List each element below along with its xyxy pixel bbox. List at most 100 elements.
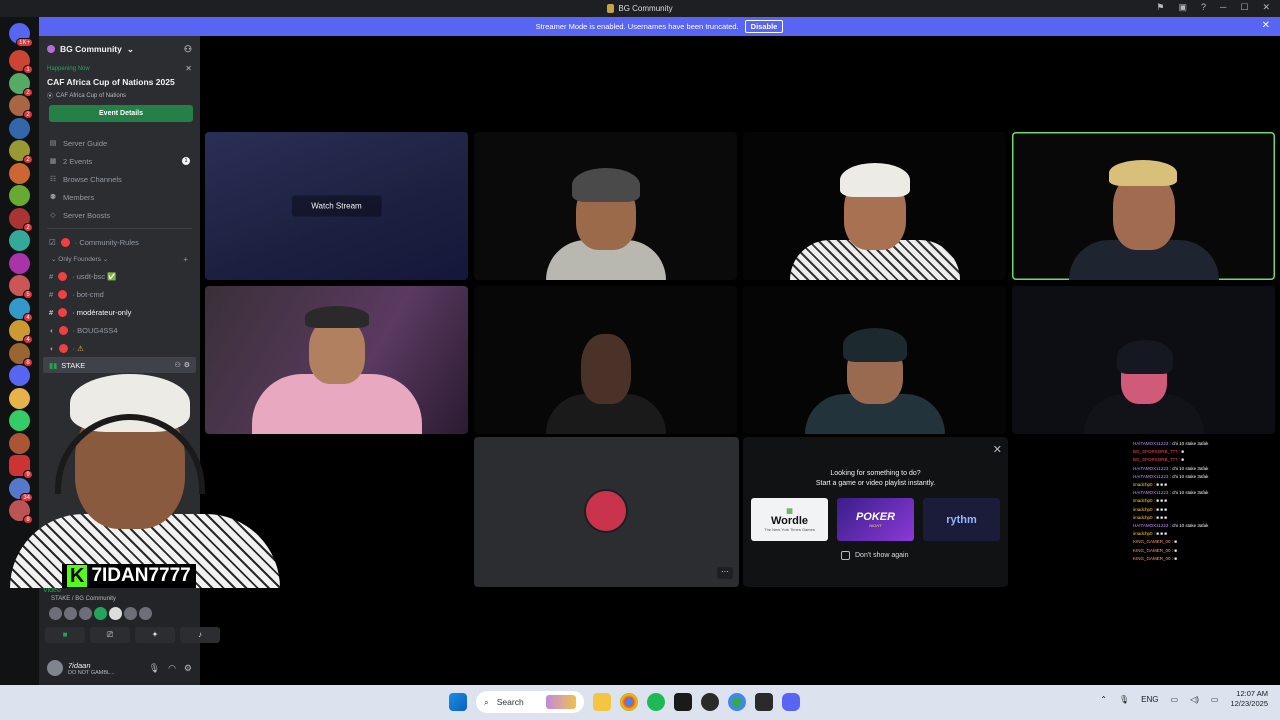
close-icon[interactable]: ✕ [1262, 20, 1270, 31]
clock-time: 12:07 AM [1236, 689, 1268, 698]
start-icon[interactable] [449, 693, 467, 711]
chevron-up-icon[interactable]: ⌃ [1100, 695, 1107, 704]
camera-button[interactable]: ■ [45, 627, 85, 643]
server-icon[interactable]: 4 [9, 320, 33, 344]
more-options-button[interactable]: ⋯ [717, 567, 733, 579]
server-icon[interactable] [9, 162, 30, 184]
server-icon[interactable]: 2 [9, 140, 33, 164]
nav-server-boosts[interactable]: ◇ Server Boosts [39, 206, 200, 224]
spotify-icon[interactable] [647, 693, 665, 711]
server-icon[interactable] [9, 230, 30, 251]
chrome-icon[interactable] [620, 693, 638, 711]
server-header[interactable]: BG Community ⌄ ⚇ [39, 36, 200, 62]
epic-games-icon[interactable] [755, 693, 773, 711]
server-icon[interactable]: 5 [9, 275, 33, 299]
settings-icon[interactable]: ⚙ [184, 663, 192, 674]
video-tile[interactable] [743, 286, 1006, 434]
dont-show-label: Don't show again [855, 552, 909, 559]
headphones-icon[interactable]: ◠ [168, 663, 176, 674]
nav-server-guide[interactable]: ▤ Server Guide [39, 134, 200, 152]
window-title-group: BG Community [607, 4, 673, 13]
avatar[interactable] [124, 607, 137, 620]
self-voice-tile[interactable]: ⋯ [474, 437, 739, 587]
network-icon[interactable]: ▭ [1171, 695, 1179, 704]
file-explorer-icon[interactable] [593, 693, 611, 711]
invite-icon[interactable]: ⚇ [174, 361, 180, 369]
channel-moderateur-only[interactable]: # · modérateur-only [39, 303, 200, 321]
active-voice-channel[interactable]: ▮▮ STAKE ⚇ ⚙ [43, 357, 196, 373]
event-details-button[interactable]: Event Details [49, 105, 193, 122]
rtc-channel[interactable]: STAKE / BG Community [51, 596, 116, 602]
server-icon [47, 45, 55, 53]
discord-icon[interactable] [782, 693, 800, 711]
home-button[interactable]: 1K+ [9, 23, 33, 47]
terminal-icon[interactable] [674, 693, 692, 711]
server-icon[interactable]: 8 [9, 342, 33, 367]
server-icon[interactable]: 4 [9, 297, 33, 322]
stream-tile[interactable]: Watch Stream [205, 132, 468, 280]
soundboard-button[interactable]: ♪ [180, 627, 220, 643]
nav-browse-channels[interactable]: ☷ Browse Channels [39, 170, 200, 188]
avatar[interactable] [109, 607, 122, 620]
channel-warning[interactable]: ◖ · ⚠ [39, 339, 200, 357]
dont-show-checkbox[interactable] [841, 551, 850, 560]
server-icon[interactable] [9, 252, 30, 274]
server-icon[interactable]: 2 [9, 207, 33, 232]
microphone-icon[interactable]: 🎙︎ [1119, 695, 1129, 704]
activity-wordle[interactable]: ▦ Wordle The New York Times Games [751, 498, 828, 541]
server-icon[interactable] [9, 185, 30, 206]
obs-icon[interactable] [701, 693, 719, 711]
avatar[interactable] [139, 607, 152, 620]
channel-community-rules[interactable]: ☑ · Community-Rules [39, 233, 200, 251]
video-tile[interactable] [474, 132, 737, 280]
avatar[interactable] [79, 607, 92, 620]
settings-icon[interactable]: ⚙ [184, 361, 190, 369]
chrome-profile-icon[interactable] [728, 693, 746, 711]
video-tile[interactable] [743, 132, 1006, 280]
dont-show-again[interactable]: Don't show again [841, 551, 908, 560]
channel-bot-cmd[interactable]: # · bot-cmd [39, 285, 200, 303]
activity-poker-night[interactable]: POKER NIGHT [837, 498, 914, 541]
inbox-icon[interactable]: ⚑ [1156, 2, 1164, 13]
close-window-icon[interactable]: ✕ [1262, 2, 1270, 13]
video-tile[interactable] [474, 286, 737, 434]
taskbar-search[interactable]: ⌕ Search [476, 691, 584, 713]
channel-boug4ss4[interactable]: ◖ · BOUG4SS4 [39, 321, 200, 339]
battery-icon[interactable]: ▭ [1211, 695, 1219, 704]
video-tile[interactable] [1012, 286, 1275, 434]
activity-rythm[interactable]: rythm [923, 498, 1000, 541]
nav-events[interactable]: ▦ 2 Events 1 [39, 152, 200, 170]
nav-members[interactable]: ⚉ Members [39, 188, 200, 206]
server-icon[interactable]: 2 [9, 72, 33, 97]
chat-message: imadchp0 : ■ ■ ■ [1133, 497, 1223, 505]
invite-icon[interactable]: ⚇ [184, 44, 192, 55]
microphone-icon[interactable]: 🎙︎ [149, 663, 160, 674]
disable-streamer-mode-button[interactable]: Disable [744, 20, 784, 33]
chevron-down-icon: ⌄ [126, 43, 134, 54]
minimize-icon[interactable]: ─ [1220, 2, 1226, 13]
avatar[interactable] [49, 607, 62, 620]
screen-icon[interactable]: ▣ [1178, 2, 1187, 13]
avatar[interactable] [64, 607, 77, 620]
avatar[interactable] [94, 607, 107, 620]
close-icon[interactable]: ✕ [993, 443, 1002, 456]
server-icon[interactable] [9, 117, 30, 139]
volume-icon[interactable]: ◁) [1190, 695, 1199, 704]
help-icon[interactable]: ? [1201, 2, 1206, 13]
user-info[interactable]: 7idaan DO NOT GAMBL... [68, 661, 115, 676]
category-only-founders[interactable]: ⌄ Only Founders ⌄ + [39, 251, 200, 267]
server-icon[interactable]: 2 [9, 95, 33, 119]
watch-stream-button[interactable]: Watch Stream [291, 195, 382, 217]
video-tile-speaking[interactable] [1012, 132, 1275, 280]
close-event-icon[interactable]: ✕ [185, 64, 192, 73]
activities-button[interactable]: ✦ [135, 627, 175, 643]
clock[interactable]: 12:07 AM 12/23/2025 [1230, 689, 1268, 709]
maximize-icon[interactable]: ☐ [1240, 2, 1248, 13]
language-indicator[interactable]: ENG [1141, 695, 1158, 704]
screen-share-button[interactable]: ⎚ [90, 627, 130, 643]
server-icon[interactable]: 1 [9, 50, 33, 74]
avatar[interactable] [47, 660, 63, 676]
add-channel-icon[interactable]: + [183, 255, 188, 264]
guide-icon: ▤ [49, 140, 57, 147]
channel-usdt-bsc[interactable]: # · usdt-bsc ✅ [39, 267, 200, 285]
